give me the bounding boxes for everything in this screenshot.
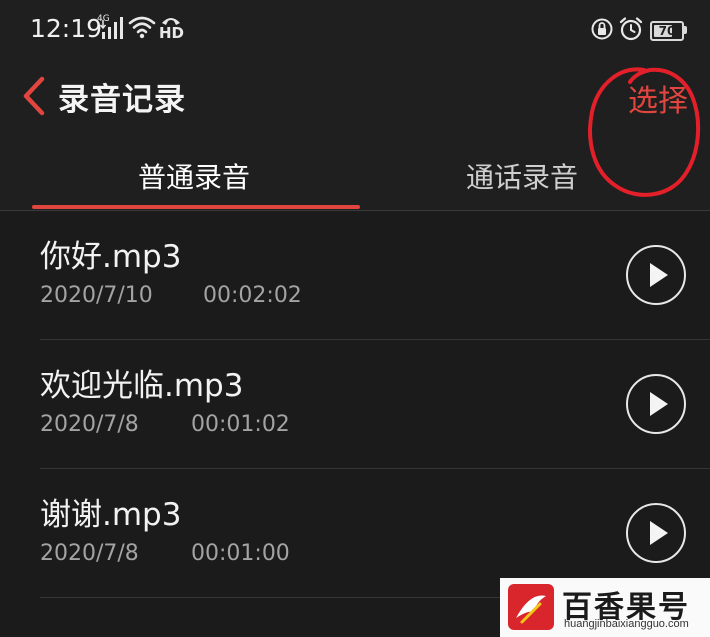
active-tab-indicator	[32, 205, 360, 209]
play-button[interactable]	[626, 374, 686, 434]
tab-normal-recordings[interactable]: 普通录音	[138, 156, 250, 196]
recording-date: 2020/7/10	[40, 283, 153, 308]
page-title: 录音记录	[58, 82, 186, 118]
status-time: 12:19	[30, 14, 103, 43]
recordings-screen: 12:19 4G HD 70 录音记录 选择 普通录音 通话录音 你好.mp3 …	[0, 0, 710, 637]
select-button[interactable]: 选择	[628, 76, 688, 120]
rotation-lock-icon	[591, 18, 613, 40]
recording-duration: 00:02:02	[203, 283, 302, 308]
play-icon	[650, 521, 668, 545]
tab-call-recordings[interactable]: 通话录音	[466, 156, 578, 196]
watermark-url: huangjinbaixiangguo.com	[564, 618, 689, 630]
recording-list: 你好.mp3 2020/7/10 00:02:02 欢迎光临.mp3 2020/…	[0, 211, 710, 637]
recording-date: 2020/7/8	[40, 541, 139, 566]
recording-duration: 00:01:02	[191, 412, 290, 437]
play-button[interactable]	[626, 503, 686, 563]
signal-icon	[100, 17, 123, 39]
play-button[interactable]	[626, 245, 686, 305]
battery-icon: 70	[650, 21, 684, 41]
play-icon	[650, 263, 668, 287]
list-item[interactable]: 你好.mp3 2020/7/10 00:02:02	[0, 211, 710, 340]
alarm-icon	[619, 17, 643, 41]
chevron-left-icon	[23, 76, 45, 116]
recording-date: 2020/7/8	[40, 412, 139, 437]
play-icon	[650, 392, 668, 416]
watermark-logo-icon	[508, 584, 554, 630]
battery-tip	[684, 26, 687, 34]
status-bar: 12:19 4G HD 70	[0, 0, 710, 60]
recording-name: 谢谢.mp3	[40, 497, 182, 533]
recording-name: 你好.mp3	[40, 239, 182, 275]
back-button[interactable]	[18, 76, 52, 116]
wifi-icon	[128, 16, 156, 39]
site-watermark: 百香果号 huangjinbaixiangguo.com	[500, 578, 710, 637]
list-item[interactable]: 欢迎光临.mp3 2020/7/8 00:01:02	[0, 340, 710, 469]
recording-name: 欢迎光临.mp3	[40, 368, 244, 404]
battery-level: 70	[658, 24, 676, 38]
recording-duration: 00:01:00	[191, 541, 290, 566]
hd-voice-label: HD	[159, 24, 185, 42]
